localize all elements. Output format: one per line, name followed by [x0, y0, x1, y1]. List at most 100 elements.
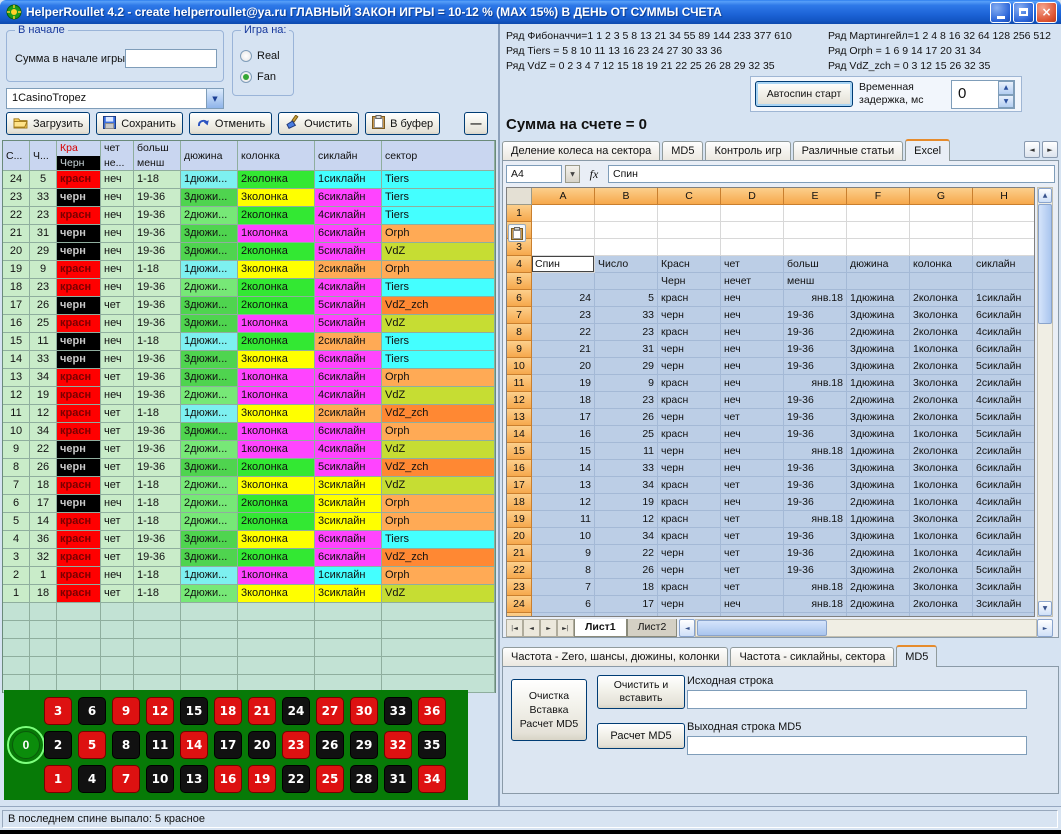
- cell-C21[interactable]: черн: [658, 545, 721, 562]
- column-header-A[interactable]: A: [532, 188, 595, 205]
- row-header-25[interactable]: 25: [507, 613, 532, 617]
- cell-F7[interactable]: 3дюжина: [847, 307, 910, 324]
- cell-C15[interactable]: черн: [658, 443, 721, 460]
- cell-H7[interactable]: 6сиклайн: [973, 307, 1035, 324]
- cell-G13[interactable]: 2колонка: [910, 409, 973, 426]
- board-number-2[interactable]: 2: [44, 731, 72, 759]
- cell-E12[interactable]: 19-36: [784, 392, 847, 409]
- row-header-24[interactable]: 24: [507, 596, 532, 613]
- cell-H15[interactable]: 2сиклайн: [973, 443, 1035, 460]
- cell-C25[interactable]: красн: [658, 613, 721, 617]
- cell-C13[interactable]: черн: [658, 409, 721, 426]
- cell-G25[interactable]: 2колонка: [910, 613, 973, 617]
- cell-G10[interactable]: 2колонка: [910, 358, 973, 375]
- cell-A9[interactable]: 21: [532, 341, 595, 358]
- cell-E23[interactable]: янв.18: [784, 579, 847, 596]
- tab-frequency-sixlines-sectors[interactable]: Частота - сиклайны, сектора: [730, 647, 894, 666]
- formula-input[interactable]: Спин: [608, 165, 1055, 183]
- cell-C3[interactable]: [658, 239, 721, 256]
- cell-A21[interactable]: 9: [532, 545, 595, 562]
- calc-md5-button[interactable]: Расчет MD5: [597, 723, 685, 749]
- board-number-36[interactable]: 36: [418, 697, 446, 725]
- cell-H4[interactable]: сиклайн: [973, 256, 1035, 273]
- board-number-4[interactable]: 4: [78, 765, 106, 793]
- fx-icon[interactable]: fx: [583, 167, 605, 182]
- board-number-24[interactable]: 24: [282, 697, 310, 725]
- cell-C10[interactable]: черн: [658, 358, 721, 375]
- cell-D11[interactable]: неч: [721, 375, 784, 392]
- cell-D25[interactable]: чет: [721, 613, 784, 617]
- tab-wheel-sectors[interactable]: Деление колеса на сектора: [502, 141, 660, 160]
- cell-E25[interactable]: янв.18: [784, 613, 847, 617]
- excel-horizontal-scrollbar[interactable]: ◄ ►: [679, 619, 1053, 637]
- cell-D19[interactable]: чет: [721, 511, 784, 528]
- row-header-9[interactable]: 9: [507, 341, 532, 358]
- cell-G3[interactable]: [910, 239, 973, 256]
- cell-H18[interactable]: 4сиклайн: [973, 494, 1035, 511]
- cell-G1[interactable]: [910, 205, 973, 222]
- scrollbar-track[interactable]: [695, 619, 1037, 637]
- sheet-first-icon[interactable]: |◄: [506, 619, 523, 637]
- cell-G22[interactable]: 2колонка: [910, 562, 973, 579]
- cell-H14[interactable]: 5сиклайн: [973, 426, 1035, 443]
- cell-E20[interactable]: 19-36: [784, 528, 847, 545]
- output-string-input[interactable]: [687, 736, 1027, 755]
- cell-A23[interactable]: 7: [532, 579, 595, 596]
- cell-D23[interactable]: чет: [721, 579, 784, 596]
- board-number-25[interactable]: 25: [316, 765, 344, 793]
- scroll-left-icon[interactable]: ◄: [679, 619, 695, 637]
- cell-F3[interactable]: [847, 239, 910, 256]
- board-number-9[interactable]: 9: [112, 697, 140, 725]
- cell-E14[interactable]: 19-36: [784, 426, 847, 443]
- row-header-23[interactable]: 23: [507, 579, 532, 596]
- cell-C4[interactable]: Красн: [658, 256, 721, 273]
- paste-options-icon[interactable]: [508, 224, 526, 242]
- save-button[interactable]: Сохранить: [96, 112, 183, 135]
- title-bar[interactable]: HelperRoullet 4.2 - create helperroullet…: [0, 0, 1061, 24]
- cell-A6[interactable]: 24: [532, 290, 595, 307]
- cell-C19[interactable]: красн: [658, 511, 721, 528]
- cell-A1[interactable]: [532, 205, 595, 222]
- cell-B1[interactable]: [595, 205, 658, 222]
- cell-A18[interactable]: 12: [532, 494, 595, 511]
- cell-F11[interactable]: 1дюжина: [847, 375, 910, 392]
- cell-A16[interactable]: 14: [532, 460, 595, 477]
- radio-fan[interactable]: Fan: [240, 66, 280, 87]
- cell-D14[interactable]: неч: [721, 426, 784, 443]
- cell-E16[interactable]: 19-36: [784, 460, 847, 477]
- cell-G16[interactable]: 3колонка: [910, 460, 973, 477]
- sheet-prev-icon[interactable]: ◄: [523, 619, 540, 637]
- cell-G24[interactable]: 2колонка: [910, 596, 973, 613]
- cell-F24[interactable]: 2дюжина: [847, 596, 910, 613]
- cell-B11[interactable]: 9: [595, 375, 658, 392]
- cell-A3[interactable]: [532, 239, 595, 256]
- sheet-last-icon[interactable]: ►|: [557, 619, 574, 637]
- cell-H6[interactable]: 1сиклайн: [973, 290, 1035, 307]
- sheet-next-icon[interactable]: ►: [540, 619, 557, 637]
- cell-H9[interactable]: 6сиклайн: [973, 341, 1035, 358]
- board-number-11[interactable]: 11: [146, 731, 174, 759]
- cell-C12[interactable]: красн: [658, 392, 721, 409]
- sheet-tab-2[interactable]: Лист2: [627, 619, 678, 637]
- cell-B24[interactable]: 17: [595, 596, 658, 613]
- cell-F14[interactable]: 3дюжина: [847, 426, 910, 443]
- tab-frequency-chances[interactable]: Частота - Zero, шансы, дюжины, колонки: [502, 647, 728, 666]
- cell-E15[interactable]: янв.18: [784, 443, 847, 460]
- cell-G12[interactable]: 2колонка: [910, 392, 973, 409]
- tab-md5[interactable]: MD5: [662, 141, 703, 160]
- board-number-5[interactable]: 5: [78, 731, 106, 759]
- cell-G18[interactable]: 1колонка: [910, 494, 973, 511]
- cell-A2[interactable]: [532, 222, 595, 239]
- board-number-21[interactable]: 21: [248, 697, 276, 725]
- cell-G19[interactable]: 3колонка: [910, 511, 973, 528]
- column-header-C[interactable]: C: [658, 188, 721, 205]
- cell-H25[interactable]: 3сиклайн: [973, 613, 1035, 617]
- row-header-16[interactable]: 16: [507, 460, 532, 477]
- cell-F5[interactable]: [847, 273, 910, 290]
- name-box[interactable]: A4: [506, 165, 562, 183]
- tab-md5-panel[interactable]: MD5: [896, 645, 937, 667]
- tab-scroll-left-icon[interactable]: ◄: [1024, 141, 1040, 158]
- source-string-input[interactable]: [687, 690, 1027, 709]
- row-header-10[interactable]: 10: [507, 358, 532, 375]
- board-number-31[interactable]: 31: [384, 765, 412, 793]
